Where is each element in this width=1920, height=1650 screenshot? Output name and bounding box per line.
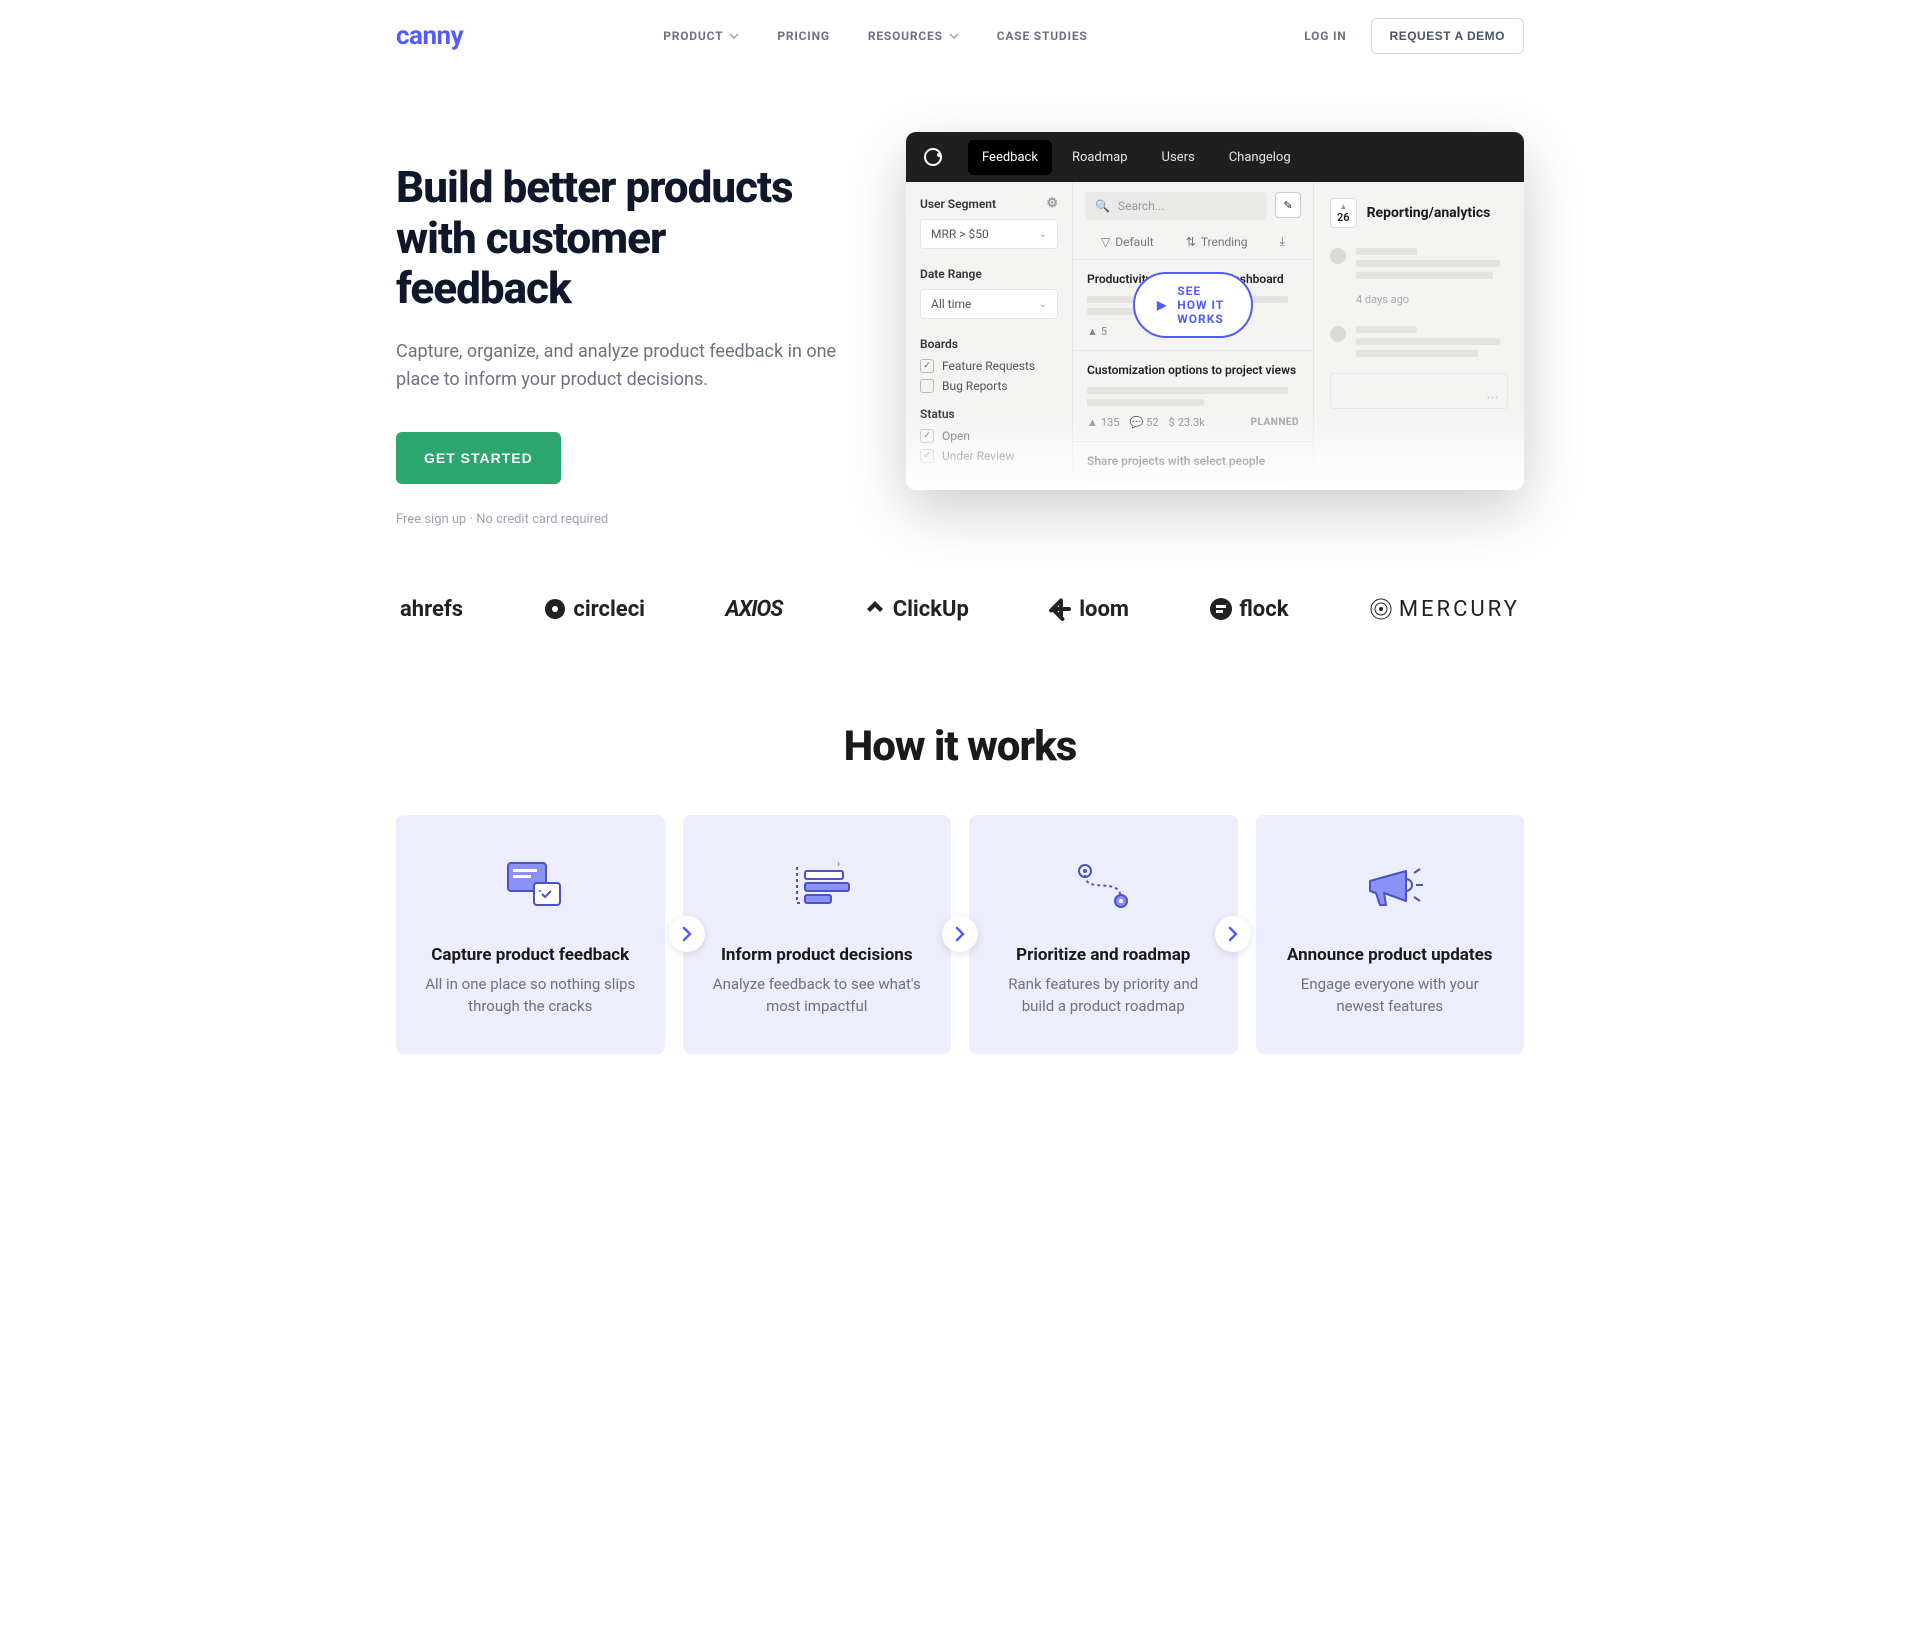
play-icon: ▶ [1157, 298, 1167, 312]
nav-product[interactable]: PRODUCT [663, 29, 739, 43]
detail-date: 4 days ago [1356, 293, 1508, 306]
gear-icon[interactable]: ⚙ [1046, 196, 1058, 211]
login-link[interactable]: LOG IN [1304, 29, 1346, 43]
svg-text:›: › [837, 859, 840, 870]
sort-trending[interactable]: ⇅Trending [1186, 234, 1248, 249]
chevron-down-icon [729, 31, 739, 41]
request-demo-button[interactable]: REQUEST A DEMO [1371, 18, 1524, 54]
logo-axios: AXIOS [725, 597, 782, 622]
feed-item[interactable]: Productivity widget in the dashboard ▲ 5… [1073, 260, 1313, 351]
how-it-works-title: How it works [396, 722, 1524, 771]
nav-case-studies[interactable]: CASE STUDIES [997, 29, 1088, 43]
sort-default[interactable]: ▽Default [1101, 234, 1154, 249]
analyze-icon: › [705, 853, 930, 917]
date-label: Date Range [920, 267, 1058, 281]
logo-clickup: ClickUp [863, 597, 969, 622]
compose-button[interactable]: ✎ [1275, 192, 1301, 218]
see-how-it-works-button[interactable]: ▶SEE HOW IT WORKS [1133, 272, 1253, 338]
hero-subtitle: Capture, organize, and analyze product f… [396, 338, 846, 394]
roadmap-icon [991, 853, 1216, 917]
card-inform: › Inform product decisions Analyze feedb… [683, 815, 952, 1054]
logo-mercury: MERCURY [1369, 597, 1520, 622]
avatar [1330, 326, 1346, 342]
sort-icon: ⇅ [1186, 235, 1196, 249]
search-input[interactable]: 🔍Search... [1085, 192, 1267, 220]
app-screenshot: Feedback Roadmap Users Changelog User Se… [906, 132, 1524, 490]
export-icon[interactable]: ⤓ [1280, 234, 1285, 249]
upvote-button[interactable]: ▲26 [1330, 198, 1357, 228]
arrow-icon [1215, 916, 1251, 952]
feedback-icon [418, 853, 643, 917]
avatar [1330, 248, 1346, 264]
feed-item[interactable]: Share projects with select people [1073, 442, 1313, 490]
logo-loom: loom [1049, 597, 1129, 622]
card-prioritize: Prioritize and roadmap Rank features by … [969, 815, 1238, 1054]
status-badge: PLANNED [1251, 417, 1299, 428]
upvote-count: ▲ 5 [1087, 325, 1107, 338]
status-under-review[interactable]: ✓Under Review [920, 449, 1058, 463]
segment-label: User Segment [920, 197, 996, 211]
detail-title: Reporting/analytics [1367, 205, 1491, 221]
filter-icon: ▽ [1101, 235, 1110, 249]
status-open[interactable]: ✓Open [920, 429, 1058, 443]
main-nav: canny PRODUCT PRICING RESOURCES CASE STU… [396, 0, 1524, 72]
hero-title: Build better products with customer feed… [396, 162, 846, 314]
logo-ahrefs: ahrefs [400, 597, 463, 622]
brand-logo[interactable]: canny [396, 21, 463, 51]
comment-input[interactable] [1330, 373, 1508, 409]
megaphone-icon [1278, 853, 1503, 917]
customer-logos: ahrefs circleci AXIOS ClickUp loom flock… [396, 597, 1524, 622]
card-announce: Announce product updates Engage everyone… [1256, 815, 1525, 1054]
hero-footnote: Free sign up · No credit card required [396, 512, 846, 527]
app-tab-changelog[interactable]: Changelog [1215, 140, 1305, 175]
feed-item[interactable]: Customization options to project views ▲… [1073, 351, 1313, 442]
nav-resources[interactable]: RESOURCES [868, 29, 959, 43]
logo-flock: flock [1209, 597, 1288, 622]
search-icon: 🔍 [1095, 199, 1110, 213]
segment-select[interactable]: MRR > $50⌄ [920, 219, 1058, 249]
app-tab-roadmap[interactable]: Roadmap [1058, 140, 1142, 175]
logo-circleci: circleci [543, 597, 645, 622]
card-capture: Capture product feedback All in one plac… [396, 815, 665, 1054]
status-label: Status [920, 407, 1058, 421]
date-select[interactable]: All time⌄ [920, 289, 1058, 319]
chevron-down-icon [949, 31, 959, 41]
arrow-icon [942, 916, 978, 952]
arrow-icon [669, 916, 705, 952]
app-logo-icon [924, 148, 942, 166]
board-feature-requests[interactable]: ✓Feature Requests [920, 359, 1058, 373]
nav-pricing[interactable]: PRICING [777, 29, 830, 43]
board-bug-reports[interactable]: Bug Reports [920, 379, 1058, 393]
app-tab-users[interactable]: Users [1148, 140, 1209, 175]
get-started-button[interactable]: GET STARTED [396, 432, 561, 484]
boards-label: Boards [920, 337, 1058, 351]
how-it-works-cards: Capture product feedback All in one plac… [396, 815, 1524, 1054]
app-tab-feedback[interactable]: Feedback [968, 140, 1052, 175]
